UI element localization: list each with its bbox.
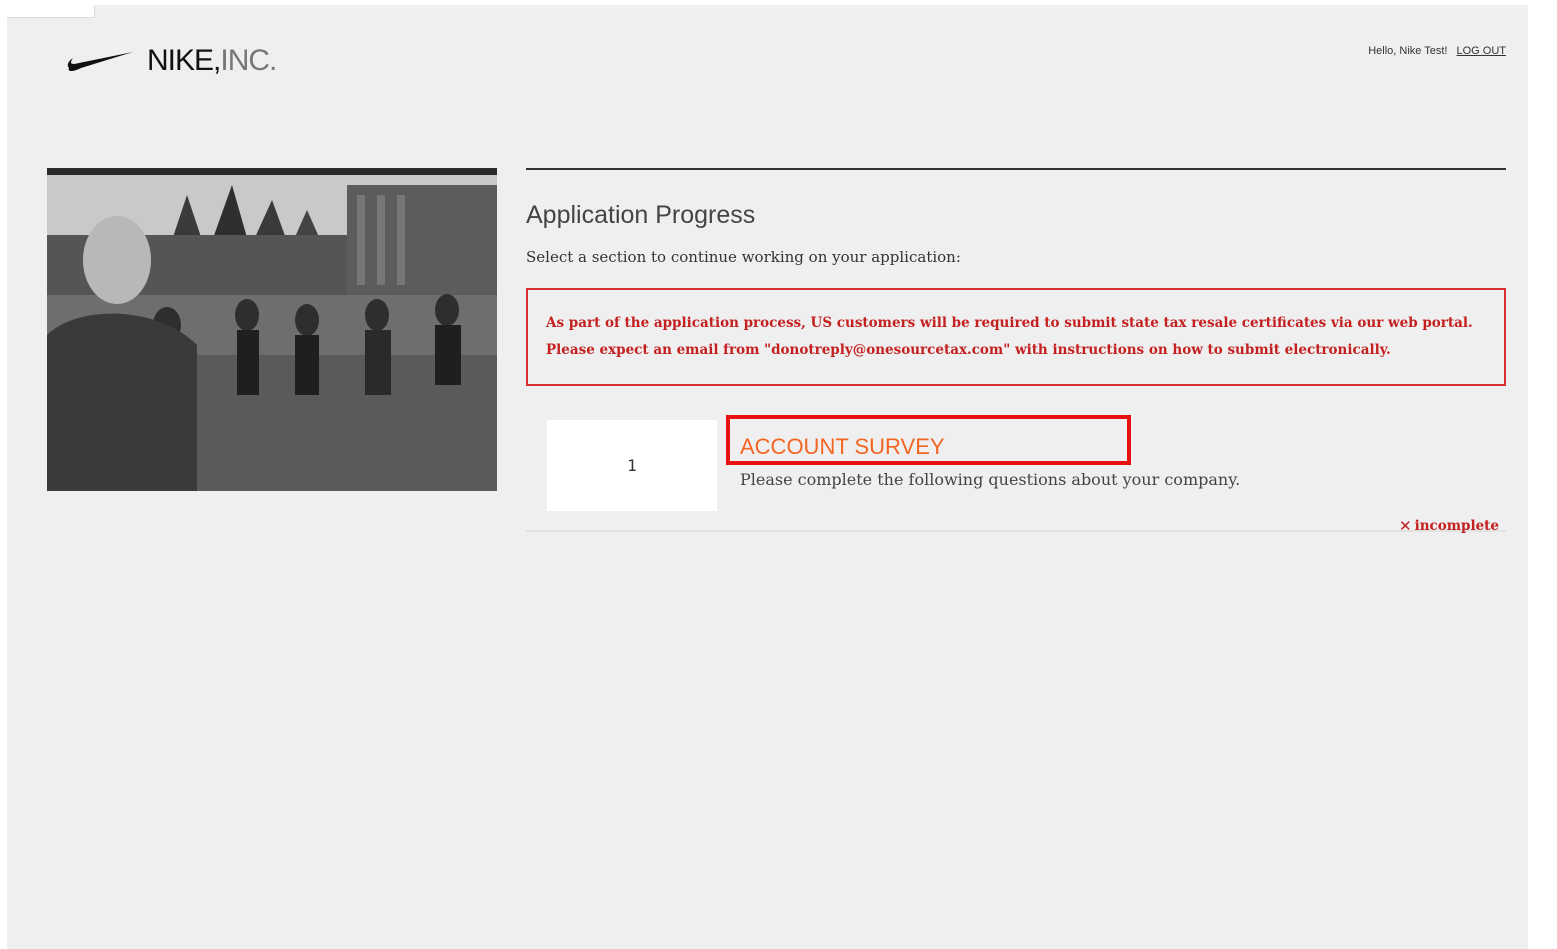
runners-photo-image: [47, 175, 497, 491]
section-description: Please complete the following questions …: [740, 470, 1241, 489]
main-content: Application Progress Select a section to…: [526, 168, 1506, 535]
logo-suffix: INC.: [220, 44, 277, 77]
page-frame: NIKE,INC. Hello, Nike Test! LOG OUT Appl…: [7, 5, 1528, 949]
status-badge: ✕ incomplete: [1399, 517, 1499, 535]
logout-link[interactable]: LOG OUT: [1456, 45, 1506, 57]
section-row-account-survey[interactable]: 1 ACCOUNT SURVEY Please complete the fol…: [526, 400, 1506, 535]
logo-text: NIKE,INC.: [147, 44, 277, 78]
greeting-text: Hello, Nike Test!: [1368, 45, 1448, 57]
page-title: Application Progress: [526, 201, 756, 229]
logo-name: NIKE,: [147, 44, 221, 77]
step-number: 1: [547, 420, 717, 511]
hero-photo: [47, 168, 497, 491]
page-subtitle: Select a section to continue working on …: [526, 248, 961, 266]
nike-logo[interactable]: NIKE,INC.: [67, 41, 277, 81]
corner-tab: [7, 5, 95, 18]
close-icon: ✕: [1398, 517, 1412, 535]
status-text: incomplete: [1414, 518, 1499, 534]
tax-notice-alert: As part of the application process, US c…: [526, 288, 1506, 386]
account-survey-link[interactable]: ACCOUNT SURVEY: [740, 434, 945, 460]
user-area: Hello, Nike Test! LOG OUT: [1368, 45, 1506, 57]
divider: [526, 168, 1506, 170]
swoosh-icon: [67, 52, 133, 71]
